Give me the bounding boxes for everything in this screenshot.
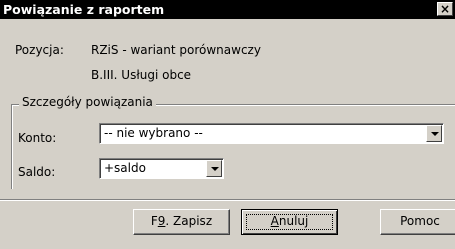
separator-highlight <box>0 200 455 201</box>
position-item-name: B.III. Usługi obce <box>91 68 192 82</box>
chevron-down-icon[interactable] <box>426 125 442 142</box>
chevron-down-icon[interactable] <box>206 160 222 177</box>
account-label: Konto: <box>18 131 57 145</box>
balance-label: Saldo: <box>18 165 56 179</box>
help-button[interactable]: Pomoc <box>380 209 455 235</box>
cancel-button-label: Anuluj <box>270 214 309 228</box>
details-group-frame <box>11 104 455 189</box>
position-report-name: RZiS - wariant porównawczy <box>91 43 261 57</box>
title-bar[interactable]: Powiązanie z raportem × <box>0 0 455 19</box>
help-button-label: Pomoc <box>400 214 440 228</box>
balance-select-value: +saldo <box>104 161 146 175</box>
link-report-dialog: Powiązanie z raportem × Pozycja: RZiS - … <box>0 0 455 249</box>
save-button[interactable]: F9. Zapisz <box>133 209 230 235</box>
details-group-title: Szczegóły powiązania <box>19 95 156 109</box>
cancel-button[interactable]: Anuluj <box>241 209 338 235</box>
account-select[interactable]: -- nie wybrano -- <box>99 123 444 144</box>
account-select-value: -- nie wybrano -- <box>104 126 203 140</box>
dialog-title: Powiązanie z raportem <box>3 2 165 17</box>
save-button-label: F9. Zapisz <box>150 214 213 228</box>
balance-select[interactable]: +saldo <box>99 158 224 179</box>
position-label: Pozycja: <box>15 43 64 57</box>
close-icon: × <box>439 2 451 16</box>
close-button[interactable]: × <box>437 2 453 16</box>
